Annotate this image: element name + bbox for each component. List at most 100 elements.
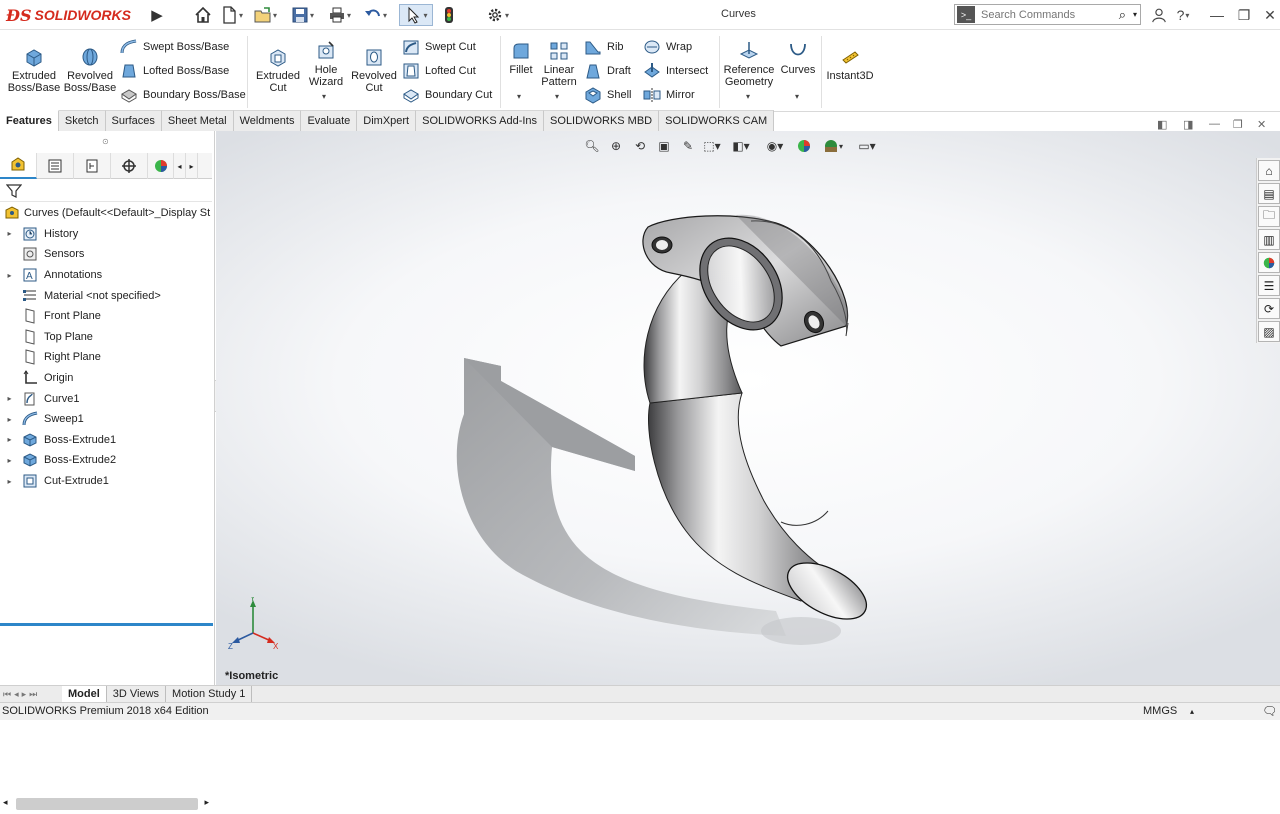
home-icon[interactable] xyxy=(194,4,212,26)
tree-item-boss-extrude2[interactable]: ▸ Boss-Extrude2 xyxy=(0,450,215,471)
swept-cut-button[interactable]: Swept Cut xyxy=(402,37,476,57)
scroll-right-icon[interactable]: ▸ xyxy=(204,797,209,808)
tree-root-part[interactable]: Curves (Default<<Default>_Display St xyxy=(0,203,215,224)
mirror-button[interactable]: Mirror xyxy=(643,85,695,105)
next-tab-icon[interactable]: ▸ xyxy=(22,689,27,700)
tree-item-annotations[interactable]: ▸ A Annotations xyxy=(0,265,215,286)
display-style-icon[interactable]: ◧▾ xyxy=(724,137,758,155)
display-manager-tab[interactable] xyxy=(148,153,174,179)
tab-features[interactable]: Features xyxy=(0,110,59,131)
doc-close-icon[interactable]: ✕ xyxy=(1257,118,1277,132)
panel-grip-icon[interactable]: ⊙ xyxy=(102,137,109,146)
expand-arrow-icon[interactable]: ▸ xyxy=(4,415,15,424)
tree-item-boss-extrude1[interactable]: ▸ Boss-Extrude1 xyxy=(0,430,215,451)
restore-window-icon[interactable]: ❐ xyxy=(1233,4,1255,26)
horizontal-scrollbar[interactable]: ◂ ▸ xyxy=(0,794,213,814)
view-palette-icon[interactable]: ▥ xyxy=(1258,229,1280,250)
doc-minimize-icon[interactable]: — xyxy=(1209,118,1233,132)
reference-geometry-dropdown-icon[interactable]: ▾ xyxy=(746,92,750,101)
zoom-to-area-icon[interactable]: ⊕ xyxy=(604,137,628,155)
custom-properties-icon[interactable]: ☰ xyxy=(1258,275,1280,296)
tree-item-sensors[interactable]: Sensors xyxy=(0,244,215,265)
open-folder-icon[interactable]: ▾ xyxy=(254,4,277,26)
tree-item-sweep1[interactable]: ▸ Sweep1 xyxy=(0,409,215,430)
tab-solidworks-mbd[interactable]: SOLIDWORKS MBD xyxy=(544,110,660,131)
configuration-manager-tab[interactable] xyxy=(74,153,111,179)
expand-arrow-icon[interactable]: ▸ xyxy=(4,477,15,486)
last-tab-icon[interactable]: ⏭ xyxy=(29,689,37,700)
view-settings-icon[interactable]: ▭▾ xyxy=(850,137,884,155)
tab-motion-study-1[interactable]: Motion Study 1 xyxy=(166,686,253,702)
property-manager-tab[interactable] xyxy=(37,153,74,179)
unit-dropdown-icon[interactable]: ▴ xyxy=(1190,707,1194,716)
options-gear-icon[interactable]: ▾ xyxy=(486,4,509,26)
hide-show-items-icon[interactable]: ◉▾ xyxy=(758,137,792,155)
tab-weldments[interactable]: Weldments xyxy=(233,110,302,131)
expand-arrow-icon[interactable]: ▸ xyxy=(4,229,15,238)
graphics-area[interactable]: Y X Z xyxy=(216,131,1280,685)
scroll-left-icon[interactable]: ◂ xyxy=(3,797,8,808)
tree-item-cut-extrude1[interactable]: ▸ Cut-Extrude1 xyxy=(0,471,215,492)
tab-model[interactable]: Model xyxy=(62,686,107,702)
curves-dropdown-icon[interactable]: ▾ xyxy=(795,92,799,101)
minimize-window-icon[interactable]: — xyxy=(1206,4,1228,26)
save-icon[interactable]: ▾ xyxy=(291,4,314,26)
apply-scene-icon[interactable]: ▾ xyxy=(816,137,850,155)
expand-menu-arrow-icon[interactable]: ▶ xyxy=(150,4,164,26)
fillet-dropdown-icon[interactable]: ▾ xyxy=(517,92,521,101)
expand-arrow-icon[interactable]: ▸ xyxy=(4,435,15,444)
extruded-boss-base-button[interactable]: Extruded Boss/Base xyxy=(8,46,60,94)
search-dropdown-icon[interactable]: ▾ xyxy=(1133,10,1137,19)
tab-surfaces[interactable]: Surfaces xyxy=(105,110,162,131)
revolved-boss-base-button[interactable]: Revolved Boss/Base xyxy=(64,46,116,94)
boundary-cut-button[interactable]: Boundary Cut xyxy=(402,85,492,105)
tree-item-curve1[interactable]: ▸ Curve1 xyxy=(0,388,215,409)
help-icon[interactable]: ? ▾ xyxy=(1172,4,1194,26)
lofted-boss-base-button[interactable]: Lofted Boss/Base xyxy=(120,61,229,81)
select-tool-icon[interactable]: ▾ xyxy=(399,4,433,26)
prev-tab-icon[interactable]: ◂ xyxy=(14,689,19,700)
solidworks-resources-icon[interactable]: ⌂ xyxy=(1258,160,1280,181)
tree-item-front-plane[interactable]: Front Plane xyxy=(0,306,215,327)
fillet-button[interactable]: Fillet xyxy=(506,40,536,76)
quick-tips-icon[interactable]: 🗨︎ xyxy=(1262,704,1277,718)
tabs-scroll-left-icon[interactable]: ◂ xyxy=(174,153,186,179)
print-icon[interactable]: ▾ xyxy=(328,4,351,26)
file-explorer-icon[interactable]: 🗀︎ xyxy=(1258,206,1280,227)
scrollbar-thumb[interactable] xyxy=(16,798,198,810)
tree-item-origin[interactable]: Origin xyxy=(0,368,215,389)
filter-icon[interactable] xyxy=(6,183,22,199)
linear-pattern-button[interactable]: Linear Pattern xyxy=(538,40,580,88)
edit-appearance-icon[interactable] xyxy=(792,137,816,155)
user-account-icon[interactable] xyxy=(1148,4,1170,26)
tab-solidworks-add-ins[interactable]: SOLIDWORKS Add-Ins xyxy=(416,110,545,131)
wrap-button[interactable]: Wrap xyxy=(643,37,692,57)
search-icon[interactable]: ⌕ xyxy=(1119,7,1126,23)
expand-arrow-icon[interactable]: ▸ xyxy=(4,271,15,280)
close-window-icon[interactable]: ✕ xyxy=(1259,4,1280,26)
revolved-cut-button[interactable]: Revolved Cut xyxy=(350,46,398,94)
tree-item-top-plane[interactable]: Top Plane xyxy=(0,327,215,348)
dynamic-annotation-icon[interactable]: ✎ xyxy=(676,137,700,155)
expand-arrow-icon[interactable]: ▸ xyxy=(4,394,15,403)
tab-sheet-metal[interactable]: Sheet Metal xyxy=(161,110,234,131)
design-library-icon[interactable]: ▤ xyxy=(1258,183,1280,204)
zoom-to-fit-icon[interactable]: 🔍︎ xyxy=(580,137,604,155)
search-input[interactable] xyxy=(981,8,1101,21)
section-view-icon[interactable]: ▣ xyxy=(652,137,676,155)
linear-pattern-dropdown-icon[interactable]: ▾ xyxy=(555,92,559,101)
unit-system[interactable]: MMGS xyxy=(1143,705,1177,717)
panel-left-icon[interactable]: ◧ xyxy=(1157,118,1183,132)
pipe-model-render[interactable] xyxy=(216,131,1280,685)
previous-view-icon[interactable]: ⟲ xyxy=(628,137,652,155)
shell-button[interactable]: Shell xyxy=(584,85,631,105)
appearances-scenes-icon[interactable] xyxy=(1258,252,1280,273)
instant3d-button[interactable]: Instant3D xyxy=(824,46,876,82)
solidworks-logo[interactable]: ƉS SOLIDWORKS xyxy=(6,6,131,25)
view-orientation-icon[interactable]: ⬚▾ xyxy=(700,137,724,155)
tab-sketch[interactable]: Sketch xyxy=(58,110,106,131)
first-tab-icon[interactable]: ⏮ xyxy=(3,689,11,700)
expand-arrow-icon[interactable]: ▸ xyxy=(4,456,15,465)
hole-wizard-button[interactable]: Hole Wizard xyxy=(304,40,348,88)
doc-restore-icon[interactable]: ❐ xyxy=(1233,118,1257,132)
